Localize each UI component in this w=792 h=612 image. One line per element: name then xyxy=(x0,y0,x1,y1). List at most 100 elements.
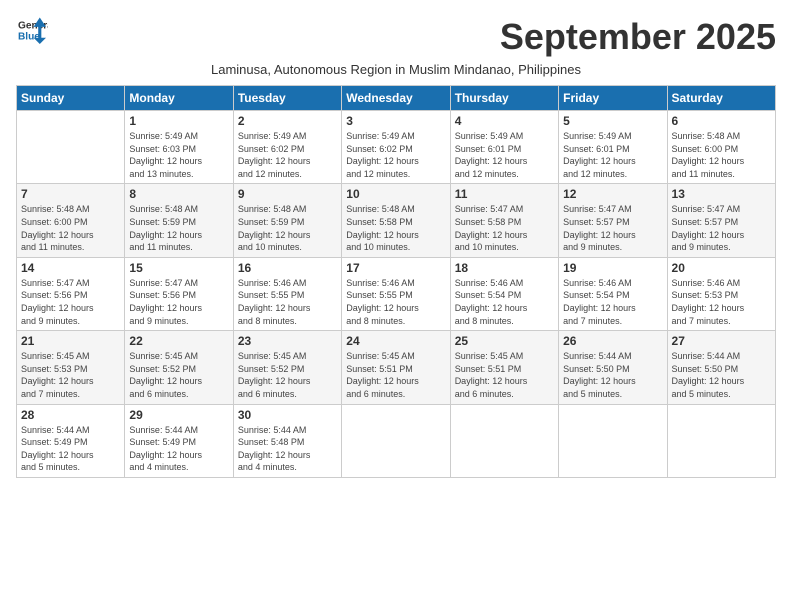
calendar-cell: 7 Sunrise: 5:48 AMSunset: 6:00 PMDaylight… xyxy=(17,184,125,257)
calendar-cell: 13 Sunrise: 5:47 AMSunset: 5:57 PMDayligh… xyxy=(667,184,775,257)
day-detail: Sunrise: 5:44 AMSunset: 5:50 PMDaylight:… xyxy=(563,350,662,400)
calendar-cell xyxy=(450,404,558,477)
calendar-cell: 8Sunrise: 5:48 AMSunset: 5:59 PMDaylight… xyxy=(125,184,233,257)
calendar-cell: 10Sunrise: 5:48 AMSunset: 5:58 PMDayligh… xyxy=(342,184,450,257)
weekday-header: Tuesday xyxy=(233,86,341,111)
day-number: 19 xyxy=(563,261,662,275)
day-number: 11 xyxy=(455,187,554,201)
day-detail: Sunrise: 5:46 AMSunset: 5:53 PMDaylight:… xyxy=(672,277,771,327)
day-number: 23 xyxy=(238,334,337,348)
weekday-header: Monday xyxy=(125,86,233,111)
calendar-cell: 23 Sunrise: 5:45 AMSunset: 5:52 PMDayligh… xyxy=(233,331,341,404)
day-detail: Sunrise: 5:49 AMSunset: 6:02 PMDaylight:… xyxy=(346,130,445,180)
calendar-cell: 3 Sunrise: 5:49 AMSunset: 6:02 PMDaylight… xyxy=(342,111,450,184)
month-title: September 2025 xyxy=(500,16,776,58)
calendar-cell: 24 Sunrise: 5:45 AMSunset: 5:51 PMDayligh… xyxy=(342,331,450,404)
day-number: 25 xyxy=(455,334,554,348)
header: General Blue September 2025 xyxy=(16,16,776,58)
calendar-cell: 4Sunrise: 5:49 AMSunset: 6:01 PMDaylight… xyxy=(450,111,558,184)
day-detail: Sunrise: 5:47 AMSunset: 5:57 PMDaylight:… xyxy=(672,203,771,253)
calendar-cell: 12 Sunrise: 5:47 AMSunset: 5:57 PMDayligh… xyxy=(559,184,667,257)
day-detail: Sunrise: 5:45 AMSunset: 5:53 PMDaylight:… xyxy=(21,350,120,400)
calendar-cell: 25Sunrise: 5:45 AMSunset: 5:51 PMDayligh… xyxy=(450,331,558,404)
calendar-cell: 27 Sunrise: 5:44 AMSunset: 5:50 PMDayligh… xyxy=(667,331,775,404)
weekday-header: Saturday xyxy=(667,86,775,111)
day-detail: Sunrise: 5:46 AMSunset: 5:54 PMDaylight:… xyxy=(563,277,662,327)
weekday-header: Sunday xyxy=(17,86,125,111)
day-detail: Sunrise: 5:45 AMSunset: 5:52 PMDaylight:… xyxy=(238,350,337,400)
day-number: 3 xyxy=(346,114,445,128)
day-detail: Sunrise: 5:47 AMSunset: 5:57 PMDaylight:… xyxy=(563,203,662,253)
calendar-cell: 22Sunrise: 5:45 AMSunset: 5:52 PMDayligh… xyxy=(125,331,233,404)
day-number: 14 xyxy=(21,261,120,275)
day-number: 5 xyxy=(563,114,662,128)
day-detail: Sunrise: 5:48 AMSunset: 5:59 PMDaylight:… xyxy=(238,203,337,253)
calendar-week-row: 7 Sunrise: 5:48 AMSunset: 6:00 PMDaylight… xyxy=(17,184,776,257)
day-detail: Sunrise: 5:45 AMSunset: 5:52 PMDaylight:… xyxy=(129,350,228,400)
day-number: 26 xyxy=(563,334,662,348)
calendar-cell: 14 Sunrise: 5:47 AMSunset: 5:56 PMDayligh… xyxy=(17,257,125,330)
weekday-header: Wednesday xyxy=(342,86,450,111)
day-number: 24 xyxy=(346,334,445,348)
calendar-cell: 11 Sunrise: 5:47 AMSunset: 5:58 PMDayligh… xyxy=(450,184,558,257)
weekday-header: Thursday xyxy=(450,86,558,111)
day-number: 16 xyxy=(238,261,337,275)
calendar-cell: 26 Sunrise: 5:44 AMSunset: 5:50 PMDayligh… xyxy=(559,331,667,404)
day-number: 9 xyxy=(238,187,337,201)
day-number: 7 xyxy=(21,187,120,201)
day-detail: Sunrise: 5:49 AMSunset: 6:02 PMDaylight:… xyxy=(238,130,337,180)
calendar-cell xyxy=(667,404,775,477)
day-detail: Sunrise: 5:49 AMSunset: 6:01 PMDaylight:… xyxy=(563,130,662,180)
day-detail: Sunrise: 5:44 AMSunset: 5:49 PMDaylight:… xyxy=(21,424,120,474)
day-detail: Sunrise: 5:49 AMSunset: 6:03 PMDaylight:… xyxy=(129,130,228,180)
logo: General Blue xyxy=(16,16,48,44)
subtitle: Laminusa, Autonomous Region in Muslim Mi… xyxy=(16,62,776,77)
day-detail: Sunrise: 5:48 AMSunset: 5:58 PMDaylight:… xyxy=(346,203,445,253)
day-detail: Sunrise: 5:49 AMSunset: 6:01 PMDaylight:… xyxy=(455,130,554,180)
day-number: 30 xyxy=(238,408,337,422)
weekday-header-row: SundayMondayTuesdayWednesdayThursdayFrid… xyxy=(17,86,776,111)
calendar-cell: 6Sunrise: 5:48 AMSunset: 6:00 PMDaylight… xyxy=(667,111,775,184)
calendar-cell: 30 Sunrise: 5:44 AMSunset: 5:48 PMDayligh… xyxy=(233,404,341,477)
day-detail: Sunrise: 5:46 AMSunset: 5:54 PMDaylight:… xyxy=(455,277,554,327)
day-detail: Sunrise: 5:48 AMSunset: 6:00 PMDaylight:… xyxy=(21,203,120,253)
calendar-cell: 5 Sunrise: 5:49 AMSunset: 6:01 PMDaylight… xyxy=(559,111,667,184)
day-number: 29 xyxy=(129,408,228,422)
calendar-table: SundayMondayTuesdayWednesdayThursdayFrid… xyxy=(16,85,776,478)
day-number: 6 xyxy=(672,114,771,128)
day-detail: Sunrise: 5:47 AMSunset: 5:58 PMDaylight:… xyxy=(455,203,554,253)
calendar-cell xyxy=(17,111,125,184)
calendar-week-row: 28 Sunrise: 5:44 AMSunset: 5:49 PMDayligh… xyxy=(17,404,776,477)
calendar-cell: 9 Sunrise: 5:48 AMSunset: 5:59 PMDaylight… xyxy=(233,184,341,257)
weekday-header: Friday xyxy=(559,86,667,111)
calendar-week-row: 14 Sunrise: 5:47 AMSunset: 5:56 PMDayligh… xyxy=(17,257,776,330)
day-number: 27 xyxy=(672,334,771,348)
calendar-cell: 16 Sunrise: 5:46 AMSunset: 5:55 PMDayligh… xyxy=(233,257,341,330)
day-detail: Sunrise: 5:44 AMSunset: 5:48 PMDaylight:… xyxy=(238,424,337,474)
day-detail: Sunrise: 5:44 AMSunset: 5:50 PMDaylight:… xyxy=(672,350,771,400)
day-number: 2 xyxy=(238,114,337,128)
calendar-cell: 18 Sunrise: 5:46 AMSunset: 5:54 PMDayligh… xyxy=(450,257,558,330)
logo-icon: General Blue xyxy=(16,16,48,44)
day-detail: Sunrise: 5:44 AMSunset: 5:49 PMDaylight:… xyxy=(129,424,228,474)
day-number: 13 xyxy=(672,187,771,201)
day-detail: Sunrise: 5:47 AMSunset: 5:56 PMDaylight:… xyxy=(129,277,228,327)
calendar-cell: 19 Sunrise: 5:46 AMSunset: 5:54 PMDayligh… xyxy=(559,257,667,330)
day-detail: Sunrise: 5:47 AMSunset: 5:56 PMDaylight:… xyxy=(21,277,120,327)
day-detail: Sunrise: 5:45 AMSunset: 5:51 PMDaylight:… xyxy=(346,350,445,400)
day-detail: Sunrise: 5:46 AMSunset: 5:55 PMDaylight:… xyxy=(346,277,445,327)
day-detail: Sunrise: 5:46 AMSunset: 5:55 PMDaylight:… xyxy=(238,277,337,327)
day-number: 12 xyxy=(563,187,662,201)
day-number: 28 xyxy=(21,408,120,422)
day-number: 1 xyxy=(129,114,228,128)
calendar-week-row: 21 Sunrise: 5:45 AMSunset: 5:53 PMDayligh… xyxy=(17,331,776,404)
calendar-week-row: 1 Sunrise: 5:49 AMSunset: 6:03 PMDaylight… xyxy=(17,111,776,184)
day-number: 8 xyxy=(129,187,228,201)
calendar-cell: 1 Sunrise: 5:49 AMSunset: 6:03 PMDaylight… xyxy=(125,111,233,184)
calendar-cell xyxy=(559,404,667,477)
day-number: 21 xyxy=(21,334,120,348)
day-number: 17 xyxy=(346,261,445,275)
calendar-cell: 20Sunrise: 5:46 AMSunset: 5:53 PMDayligh… xyxy=(667,257,775,330)
day-number: 18 xyxy=(455,261,554,275)
calendar-cell xyxy=(342,404,450,477)
